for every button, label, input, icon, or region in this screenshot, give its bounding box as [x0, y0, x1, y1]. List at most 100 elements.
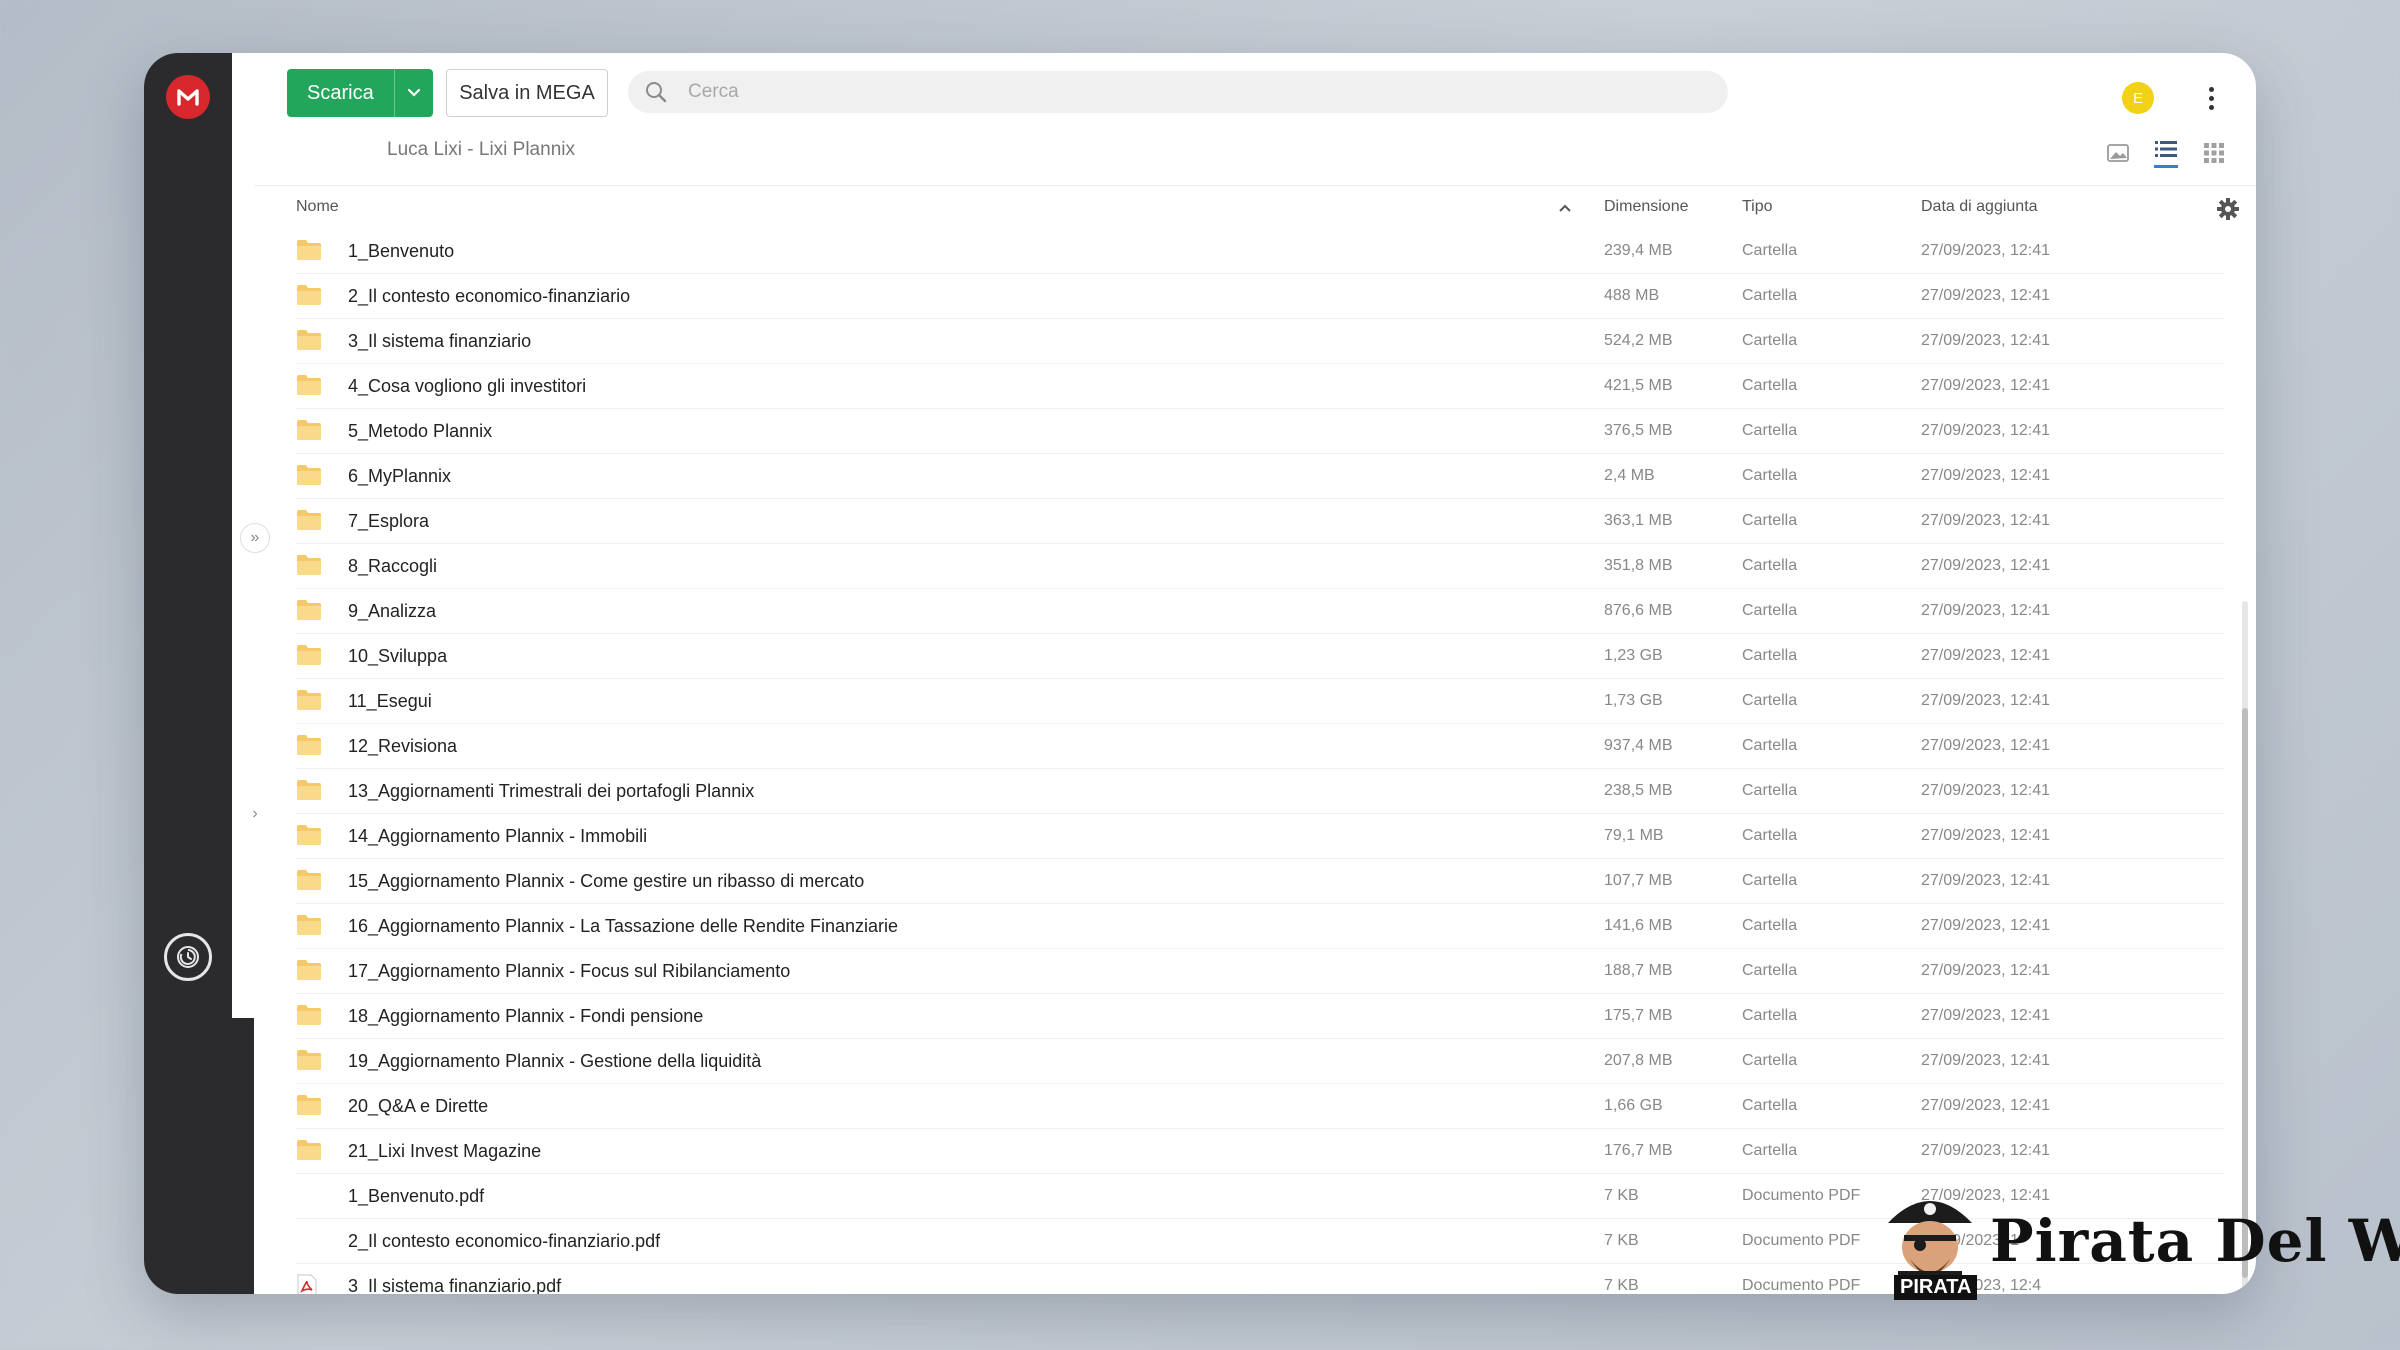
row-name: 20_Q&A e Dirette [348, 1096, 489, 1116]
row-date: 27/09/2023, 12:41 [1921, 692, 2051, 709]
table-row[interactable]: 12_Revisiona 937,4 MB Cartella 27/09/2023, … [296, 724, 2224, 769]
folder-icon [296, 599, 322, 621]
folder-icon [296, 689, 322, 711]
folder-icon [296, 959, 322, 981]
row-size: 188,7 MB [1604, 962, 1673, 979]
row-type: Cartella [1742, 827, 1798, 844]
watermark-text: Pirata Del Web [1990, 1207, 2400, 1275]
table-row[interactable]: 11_Esegui 1,73 GB Cartella 27/09/2023, 12:4… [296, 679, 2224, 724]
search-input[interactable] [686, 80, 1690, 104]
row-size: 421,5 MB [1604, 377, 1673, 394]
row-size: 524,2 MB [1604, 332, 1673, 349]
watermark-badge: PIRATA [1894, 1275, 1978, 1300]
row-type: Cartella [1742, 557, 1798, 574]
row-type: Cartella [1742, 512, 1798, 529]
table-row[interactable]: 6_MyPlannix 2,4 MB Cartella 27/09/2023, 12:… [296, 454, 2224, 499]
thumbnail-view-icon[interactable] [2106, 141, 2130, 165]
table-row[interactable]: 19_Aggiornamento Plannix - Gestione dell… [296, 1039, 2224, 1084]
table-row[interactable]: 17_Aggiornamento Plannix - Focus sul Rib… [296, 949, 2224, 994]
list-view-icon[interactable] [2154, 137, 2178, 168]
table-row[interactable]: 9_Analizza 876,6 MB Cartella 27/09/2023, 12… [296, 589, 2224, 634]
table-row[interactable]: 21_Lixi Invest Magazine 176,7 MB Cartella 2… [296, 1129, 2224, 1174]
table-row[interactable]: 18_Aggiornamento Plannix - Fondi pension… [296, 994, 2224, 1039]
row-size: 107,7 MB [1604, 872, 1673, 889]
row-name: 2_Il contesto economico-finanziario [348, 286, 631, 306]
table-row[interactable]: 5_Metodo Plannix 376,5 MB Cartella 27/09/20… [296, 409, 2224, 454]
row-type: Cartella [1742, 602, 1798, 619]
download-button[interactable]: Scarica [287, 69, 433, 117]
row-type: Cartella [1742, 467, 1798, 484]
column-header-type[interactable]: Tipo [1742, 198, 1773, 216]
column-header-size[interactable]: Dimensione [1604, 198, 1688, 216]
folder-icon [296, 1049, 322, 1071]
row-type: Cartella [1742, 377, 1798, 394]
mega-logo-icon[interactable] [166, 75, 210, 119]
row-size: 176,7 MB [1604, 1142, 1673, 1159]
column-header-name[interactable]: Nome [296, 198, 339, 216]
row-name: 3_Il sistema finanziario.pdf [348, 1276, 562, 1294]
row-type: Documento PDF [1742, 1187, 1861, 1204]
kebab-menu-icon[interactable] [2204, 81, 2218, 115]
table-row[interactable]: 10_Sviluppa 1,23 GB Cartella 27/09/2023, 12… [296, 634, 2224, 679]
chevron-down-icon[interactable] [394, 69, 433, 117]
row-date: 27/09/2023, 12:41 [1921, 377, 2051, 394]
row-type: Cartella [1742, 1007, 1798, 1024]
row-date: 27/09/2023, 12:41 [1921, 512, 2051, 529]
row-date: 27/09/2023, 12:41 [1921, 1052, 2051, 1069]
sync-icon[interactable] [164, 933, 212, 981]
table-row[interactable]: 16_Aggiornamento Plannix - La Tassazione… [296, 904, 2224, 949]
row-date: 27/09/2023, 12:41 [1921, 872, 2051, 889]
row-size: 488 MB [1604, 287, 1660, 304]
row-size: 175,7 MB [1604, 1007, 1673, 1024]
row-name: 15_Aggiornamento Plannix - Come gestire … [348, 871, 865, 891]
row-name: 2_Il contesto economico-finanziario.pdf [348, 1231, 661, 1251]
table-row[interactable]: 7_Esplora 363,1 MB Cartella 27/09/2023, 12:… [296, 499, 2224, 544]
row-name: 3_Il sistema finanziario [348, 331, 532, 351]
row-date: 27/09/2023, 12:41 [1921, 242, 2051, 259]
table-row[interactable]: 4_Cosa vogliono gli investitori 421,5 MB C… [296, 364, 2224, 409]
folder-icon [296, 509, 322, 531]
folder-icon [296, 554, 322, 576]
table-row[interactable]: 1_Benvenuto 239,4 MB Cartella 27/09/2023, 1… [296, 229, 2224, 274]
row-type: Cartella [1742, 647, 1798, 664]
table-row[interactable]: 8_Raccogli 351,8 MB Cartella 27/09/2023, 12… [296, 544, 2224, 589]
table-row[interactable]: 14_Aggiornamento Plannix - Immobili 79,1 … [296, 814, 2224, 859]
column-header-date[interactable]: Data di aggiunta [1921, 198, 2038, 216]
sort-ascending-icon[interactable] [1558, 200, 1572, 218]
row-size: 876,6 MB [1604, 602, 1673, 619]
row-name: 18_Aggiornamento Plannix - Fondi pension… [348, 1006, 704, 1026]
row-type: Cartella [1742, 1142, 1798, 1159]
table-row[interactable]: 13_Aggiornamenti Trimestrali dei portafo… [296, 769, 2224, 814]
table-row[interactable]: 2_Il contesto economico-finanziario 488 M… [296, 274, 2224, 319]
search-bar[interactable] [628, 71, 1728, 113]
avatar[interactable]: E [2122, 82, 2154, 114]
row-size: 363,1 MB [1604, 512, 1673, 529]
table-row[interactable]: 15_Aggiornamento Plannix - Come gestire … [296, 859, 2224, 904]
pdf-icon [296, 1274, 322, 1294]
row-name: 16_Aggiornamento Plannix - La Tassazione… [348, 916, 899, 936]
row-type: Documento PDF [1742, 1232, 1861, 1249]
expand-icon[interactable]: » [240, 523, 270, 553]
row-type: Cartella [1742, 917, 1798, 934]
row-date: 27/09/2023, 12:41 [1921, 602, 2051, 619]
save-to-mega-button[interactable]: Salva in MEGA [446, 69, 608, 117]
row-type: Cartella [1742, 242, 1798, 259]
folder-icon [296, 1139, 322, 1161]
row-date: 27/09/2023, 12:41 [1921, 422, 2051, 439]
table-row[interactable]: 20_Q&A e Dirette 1,66 GB Cartella 27/09/202… [296, 1084, 2224, 1129]
row-size: 207,8 MB [1604, 1052, 1673, 1069]
gear-icon[interactable] [2216, 197, 2242, 223]
row-name: 21_Lixi Invest Magazine [348, 1141, 542, 1161]
folder-icon [296, 464, 322, 486]
folder-icon [296, 869, 322, 891]
row-name: 6_MyPlannix [348, 466, 452, 486]
row-name: 9_Analizza [348, 601, 437, 621]
grid-view-icon[interactable] [2202, 141, 2226, 165]
collapse-handle-icon[interactable]: › [246, 801, 264, 827]
table-row[interactable]: 3_Il sistema finanziario 524,2 MB Cartella… [296, 319, 2224, 364]
breadcrumb[interactable]: Luca Lixi - Lixi Plannix [387, 139, 575, 161]
table-header: Nome Dimensione Tipo Data di aggiunta [296, 198, 2224, 224]
row-size: 1,73 GB [1604, 692, 1663, 709]
row-size: 351,8 MB [1604, 557, 1673, 574]
row-date: 27/09/2023, 12:41 [1921, 287, 2051, 304]
